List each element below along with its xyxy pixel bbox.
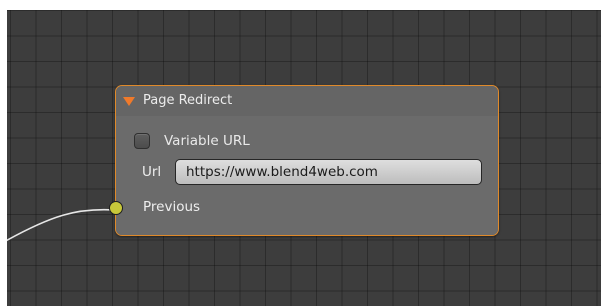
- variable-url-label: Variable URL: [164, 133, 250, 149]
- node-title: Page Redirect: [143, 93, 233, 108]
- url-field-row: Url: [142, 158, 482, 186]
- previous-input-socket-row: Previous: [109, 199, 498, 219]
- node-editor-canvas[interactable]: Page Redirect Variable URL Url Previous: [7, 10, 601, 306]
- input-socket-icon[interactable]: [109, 201, 123, 215]
- page-redirect-node[interactable]: Page Redirect Variable URL Url Previous: [109, 85, 499, 236]
- url-input[interactable]: [175, 159, 482, 185]
- url-label: Url: [142, 164, 162, 180]
- previous-socket-label: Previous: [143, 199, 201, 215]
- node-header[interactable]: Page Redirect: [116, 86, 498, 116]
- variable-url-option[interactable]: Variable URL: [134, 131, 250, 151]
- variable-url-checkbox[interactable]: [134, 133, 150, 149]
- collapse-arrow-icon[interactable]: [123, 97, 135, 106]
